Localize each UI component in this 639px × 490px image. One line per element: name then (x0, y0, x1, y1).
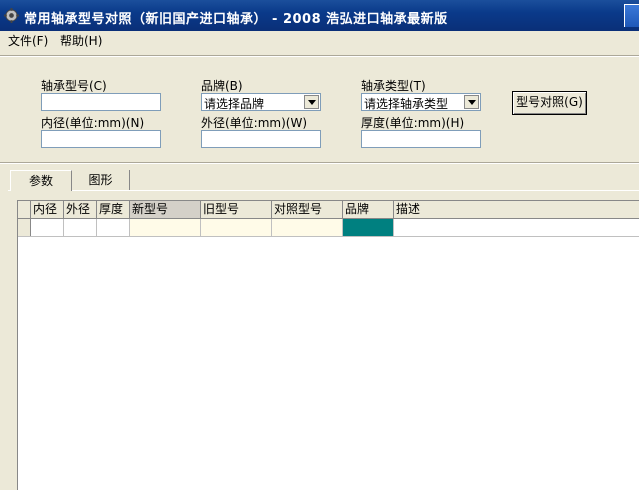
results-grid[interactable]: 内径 外径 厚度 新型号 旧型号 对照型号 品牌 描述 (17, 200, 639, 490)
grid-corner (18, 201, 31, 218)
cell-thickness[interactable] (97, 219, 130, 236)
menu-file[interactable]: 文件(F) (6, 32, 50, 49)
row-indicator[interactable] (18, 219, 31, 236)
outer-diameter-input[interactable] (201, 130, 321, 148)
form-separator (0, 162, 639, 164)
col-header-inner-diameter[interactable]: 内径 (31, 201, 64, 218)
col-header-thickness[interactable]: 厚度 (97, 201, 130, 218)
bearing-type-select-value: 请选择轴承类型 (364, 97, 449, 111)
cell-old-model[interactable] (201, 219, 272, 236)
bearing-type-label: 轴承类型(T) (361, 79, 426, 93)
compare-button[interactable]: 型号对照(G) (512, 91, 587, 115)
inner-diameter-label: 内径(单位:mm)(N) (41, 116, 145, 130)
cell-new-model[interactable] (130, 219, 201, 236)
grid-header: 内径 外径 厚度 新型号 旧型号 对照型号 品牌 描述 (18, 201, 639, 219)
bearing-model-label: 轴承型号(C) (41, 79, 107, 93)
cell-description[interactable] (394, 219, 639, 236)
menu-separator (0, 55, 639, 57)
title-bar: 常用轴承型号对照（新旧国产进口轴承） - 2008 浩弘进口轴承最新版 (0, 0, 639, 31)
thickness-input[interactable] (361, 130, 481, 148)
window-control-button[interactable] (624, 4, 639, 27)
bearing-model-input[interactable] (41, 93, 161, 111)
col-header-new-model[interactable]: 新型号 (130, 201, 201, 218)
brand-label: 品牌(B) (201, 79, 243, 93)
menu-bar: 文件(F) 帮助(H) (0, 31, 639, 49)
chevron-down-icon[interactable] (464, 95, 479, 109)
tab-graphics[interactable]: 图形 (72, 170, 130, 191)
cell-outer-diameter[interactable] (64, 219, 97, 236)
bearing-type-select[interactable]: 请选择轴承类型 (361, 93, 481, 111)
cell-compare-model[interactable] (272, 219, 343, 236)
col-header-compare-model[interactable]: 对照型号 (272, 201, 343, 218)
brand-select-value: 请选择品牌 (204, 97, 265, 111)
col-header-description[interactable]: 描述 (394, 201, 639, 218)
table-row[interactable] (18, 219, 639, 237)
col-header-old-model[interactable]: 旧型号 (201, 201, 272, 218)
menu-help[interactable]: 帮助(H) (58, 32, 104, 49)
chevron-down-icon[interactable] (304, 95, 319, 109)
inner-diameter-input[interactable] (41, 130, 161, 148)
tab-params[interactable]: 参数 (10, 170, 72, 191)
cell-inner-diameter[interactable] (31, 219, 64, 236)
col-header-brand[interactable]: 品牌 (343, 201, 394, 218)
col-header-outer-diameter[interactable]: 外径 (64, 201, 97, 218)
outer-diameter-label: 外径(单位:mm)(W) (201, 116, 308, 130)
brand-select[interactable]: 请选择品牌 (201, 93, 321, 111)
gear-icon (4, 8, 19, 23)
thickness-label: 厚度(单位:mm)(H) (361, 116, 465, 130)
window-title: 常用轴承型号对照（新旧国产进口轴承） - 2008 浩弘进口轴承最新版 (24, 12, 448, 27)
cell-brand-selected[interactable] (343, 219, 394, 236)
tab-strip-line (8, 190, 639, 191)
